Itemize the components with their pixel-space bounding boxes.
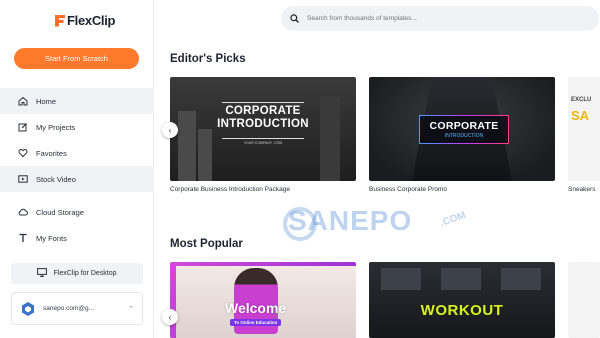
sidebar-item-label: My Fonts bbox=[36, 233, 67, 243]
sidebar-item-my-projects[interactable]: My Projects bbox=[0, 114, 154, 140]
flexclip-logo[interactable]: FlexClip bbox=[55, 13, 115, 28]
thumb-title-line: CORPORATE bbox=[225, 105, 301, 117]
thumb-title: CORPORATE INTRODUCTION bbox=[170, 105, 356, 131]
thumb-subtitle: INTRODUCTION bbox=[444, 133, 484, 139]
flexclip-desktop-button[interactable]: FlexClip for Desktop bbox=[11, 263, 143, 284]
thumb-text: EXCLU bbox=[571, 97, 592, 103]
search-bar[interactable] bbox=[281, 6, 599, 31]
flexclip-logo-icon bbox=[55, 14, 65, 27]
edit-icon bbox=[18, 122, 28, 132]
main-content: Editor's Picks CORPORATE INTRODUCTION YO… bbox=[155, 0, 600, 338]
sidebar-item-favorites[interactable]: Favorites bbox=[0, 140, 154, 166]
thumb-subtitle: To Online Education bbox=[230, 319, 282, 326]
sidebar-item-label: Favorites bbox=[36, 148, 67, 158]
sidebar-item-home[interactable]: Home bbox=[0, 88, 154, 114]
user-account-menu[interactable]: sanepo.com@g... ⌃ bbox=[11, 292, 143, 325]
thumb-title: WORKOUT bbox=[420, 302, 504, 319]
template-caption[interactable]: Business Corporate Promo bbox=[369, 186, 555, 193]
thumb-subtitle: YOUR COMPANY .COM bbox=[243, 141, 283, 145]
template-card[interactable]: EXCLU SA Sneakers bbox=[568, 77, 600, 193]
watermark: SANEPO bbox=[288, 205, 413, 236]
chevron-up-icon[interactable]: ⌃ bbox=[128, 305, 134, 313]
template-card[interactable]: Welcome To Online Education bbox=[170, 262, 356, 338]
window-shape bbox=[381, 268, 421, 290]
carousel-prev-button[interactable]: ‹ bbox=[162, 122, 178, 138]
thumb-title: Welcome bbox=[225, 300, 287, 316]
sidebar-item-label: Stock Video bbox=[36, 174, 76, 184]
sidebar-item-my-fonts[interactable]: My Fonts bbox=[0, 225, 154, 251]
window-shape bbox=[501, 268, 541, 290]
cloud-icon bbox=[18, 207, 28, 217]
template-thumbnail[interactable]: EXCLU SA bbox=[568, 77, 600, 181]
template-card[interactable]: WORKOUT bbox=[369, 262, 555, 338]
sidebar-item-label: Home bbox=[36, 96, 57, 106]
window-shape bbox=[441, 268, 481, 290]
user-email: sanepo.com@g... bbox=[43, 305, 95, 312]
desktop-button-label: FlexClip for Desktop bbox=[53, 270, 117, 277]
font-icon bbox=[18, 233, 28, 243]
logo-text: FlexClip bbox=[67, 13, 116, 28]
editors-picks-title: Editor's Picks bbox=[170, 53, 246, 65]
carousel-prev-button[interactable]: ‹ bbox=[162, 309, 178, 325]
monitor-icon bbox=[37, 268, 48, 279]
heart-icon bbox=[18, 148, 28, 158]
building-shape bbox=[198, 129, 212, 181]
template-thumbnail[interactable]: WORKOUT bbox=[369, 262, 555, 338]
sidebar: FlexClip Start From Scratch Home My Proj… bbox=[0, 0, 154, 338]
template-thumbnail[interactable] bbox=[568, 262, 600, 338]
video-icon bbox=[18, 174, 28, 184]
sidebar-item-stock-video[interactable]: Stock Video bbox=[0, 166, 154, 192]
template-card[interactable] bbox=[568, 262, 600, 338]
template-thumbnail[interactable]: CORPORATE INTRODUCTION bbox=[369, 77, 555, 181]
chevron-left-icon: ‹ bbox=[168, 312, 172, 322]
chevron-left-icon: ‹ bbox=[168, 125, 172, 135]
template-thumbnail[interactable]: Welcome To Online Education bbox=[170, 262, 356, 338]
thumb-text: SA bbox=[571, 108, 590, 123]
flexclip-app: FlexClip Start From Scratch Home My Proj… bbox=[0, 0, 600, 338]
sidebar-item-label: Cloud Storage bbox=[36, 207, 84, 217]
avatar bbox=[20, 301, 36, 317]
template-card[interactable]: CORPORATE INTRODUCTION Business Corporat… bbox=[369, 77, 555, 193]
template-caption[interactable]: Corporate Business Introduction Package bbox=[170, 186, 356, 193]
start-from-scratch-button[interactable]: Start From Scratch bbox=[14, 48, 139, 69]
most-popular-title: Most Popular bbox=[170, 238, 243, 250]
sidebar-item-label: My Projects bbox=[36, 122, 76, 132]
template-thumbnail[interactable]: CORPORATE INTRODUCTION YOUR COMPANY .COM bbox=[170, 77, 356, 181]
sidebar-item-cloud-storage[interactable]: Cloud Storage bbox=[0, 199, 154, 225]
template-caption[interactable]: Sneakers bbox=[568, 186, 600, 193]
sidebar-nav: Home My Projects Favorites Stock Video C… bbox=[0, 88, 154, 251]
home-icon bbox=[18, 96, 28, 106]
thumb-title: CORPORATE bbox=[429, 120, 499, 132]
search-icon bbox=[290, 10, 299, 28]
divider bbox=[222, 138, 304, 139]
thumb-title-box: CORPORATE INTRODUCTION bbox=[419, 115, 509, 144]
thumb-title-line: INTRODUCTION bbox=[217, 118, 309, 130]
template-card[interactable]: CORPORATE INTRODUCTION YOUR COMPANY .COM… bbox=[170, 77, 356, 193]
divider bbox=[222, 102, 304, 103]
search-input[interactable] bbox=[307, 15, 587, 22]
